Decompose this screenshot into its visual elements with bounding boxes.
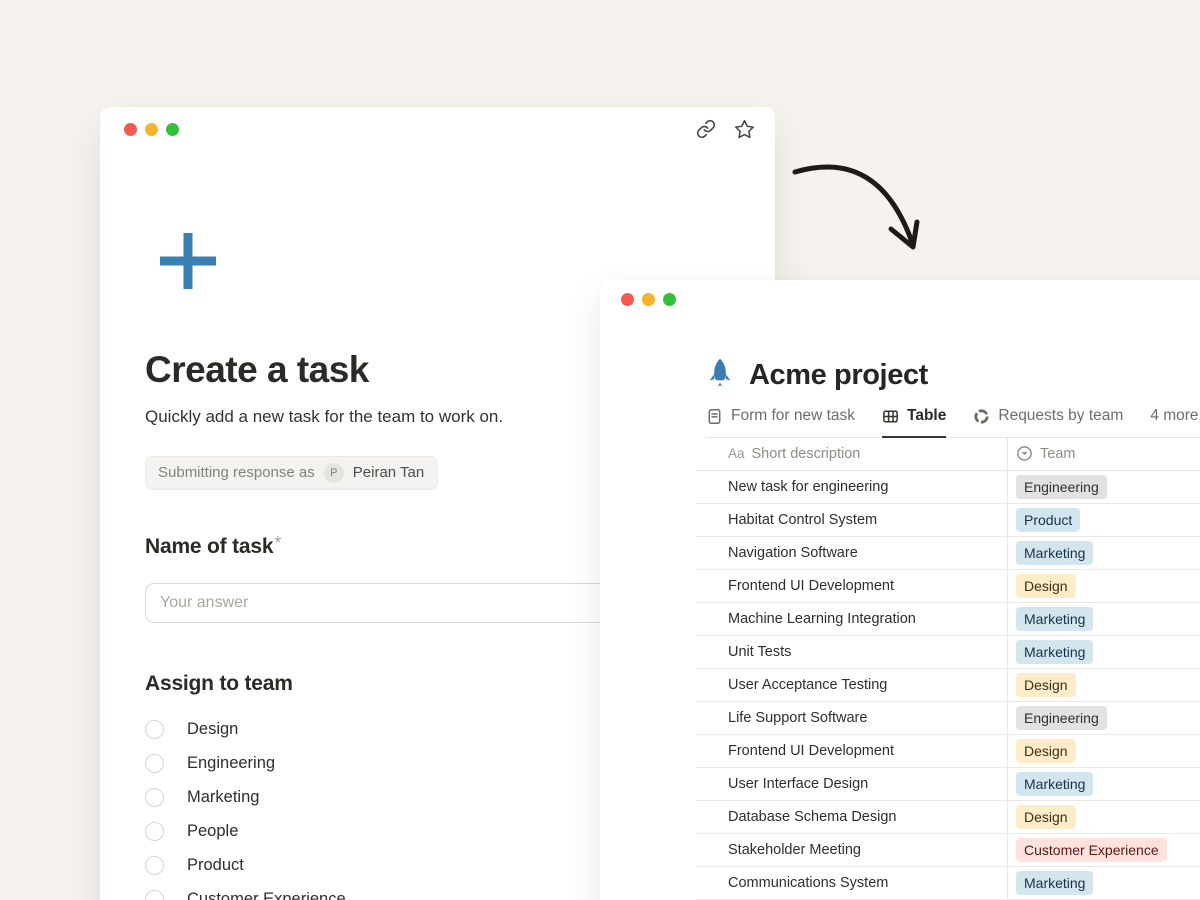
- row-description: Life Support Software: [696, 702, 1008, 734]
- column-header-description[interactable]: Aa Short description: [696, 438, 1008, 470]
- traffic-lights: [621, 293, 676, 306]
- zoom-button[interactable]: [166, 123, 179, 136]
- team-tag: Engineering: [1016, 475, 1107, 499]
- table-row[interactable]: Frontend UI Development Design: [696, 735, 1200, 768]
- table-row[interactable]: Unit Tests Marketing: [696, 636, 1200, 669]
- row-description: Habitat Control System: [696, 504, 1008, 536]
- team-tag: Marketing: [1016, 607, 1093, 631]
- tab-more-views[interactable]: 4 more...: [1150, 407, 1200, 436]
- close-button[interactable]: [124, 123, 137, 136]
- table-icon: [882, 408, 899, 425]
- rocket-icon: [706, 358, 734, 392]
- row-description: Machine Learning Integration: [696, 603, 1008, 635]
- form-window-titlebar: [100, 107, 775, 151]
- radio-label: Design: [187, 720, 238, 739]
- chart-donut-icon: [973, 408, 990, 425]
- submitting-as-chip: Submitting response as P Peiran Tan: [145, 456, 438, 490]
- user-name: Peiran Tan: [353, 464, 424, 481]
- radio-label: People: [187, 822, 238, 841]
- team-tag: Marketing: [1016, 541, 1093, 565]
- row-description: Unit Tests: [696, 636, 1008, 668]
- team-tag: Design: [1016, 673, 1076, 697]
- required-asterisk: *: [274, 533, 281, 553]
- table-window: Acme project Form for new task Table: [600, 280, 1200, 900]
- radio-circle[interactable]: [145, 856, 164, 875]
- radio-label: Product: [187, 856, 244, 875]
- doc-title: Acme project: [749, 359, 928, 392]
- avatar: P: [324, 463, 344, 483]
- zoom-button[interactable]: [663, 293, 676, 306]
- tab-table[interactable]: Table: [882, 407, 946, 438]
- team-tag: Product: [1016, 508, 1080, 532]
- radio-circle[interactable]: [145, 890, 164, 900]
- team-tag: Design: [1016, 805, 1076, 829]
- minimize-button[interactable]: [145, 123, 158, 136]
- team-tag: Marketing: [1016, 871, 1093, 895]
- table-row[interactable]: Database Schema Design Design: [696, 801, 1200, 834]
- form-icon: [706, 408, 723, 425]
- table-row[interactable]: Communications System Marketing: [696, 867, 1200, 900]
- close-button[interactable]: [621, 293, 634, 306]
- table-row[interactable]: User Interface Design Marketing: [696, 768, 1200, 801]
- row-description: Communications System: [696, 867, 1008, 899]
- arrow-annotation: [780, 150, 940, 265]
- plus-icon: [158, 231, 218, 291]
- table-row[interactable]: Machine Learning Integration Marketing: [696, 603, 1200, 636]
- table-header-row: Aa Short description Team: [696, 438, 1200, 471]
- table-row[interactable]: Stakeholder Meeting Customer Experience: [696, 834, 1200, 867]
- row-description: Navigation Software: [696, 537, 1008, 569]
- team-tag: Engineering: [1016, 706, 1107, 730]
- table-window-titlebar: [600, 280, 1200, 318]
- table-row[interactable]: Life Support Software Engineering: [696, 702, 1200, 735]
- table-body: New task for engineering Engineering Hab…: [696, 471, 1200, 900]
- radio-label: Marketing: [187, 788, 259, 807]
- row-description: User Acceptance Testing: [696, 669, 1008, 701]
- radio-circle[interactable]: [145, 788, 164, 807]
- traffic-lights: [124, 123, 179, 136]
- team-tag: Customer Experience: [1016, 838, 1167, 862]
- database-table: Aa Short description Team New task for e…: [696, 438, 1200, 900]
- team-tag: Design: [1016, 574, 1076, 598]
- desktop-background: Create a task Quickly add a new task for…: [0, 0, 1200, 900]
- row-description: Stakeholder Meeting: [696, 834, 1008, 866]
- table-row[interactable]: Habitat Control System Product: [696, 504, 1200, 537]
- row-description: User Interface Design: [696, 768, 1008, 800]
- row-description: New task for engineering: [696, 471, 1008, 503]
- select-property-icon: [1016, 445, 1033, 462]
- radio-circle[interactable]: [145, 754, 164, 773]
- table-row[interactable]: New task for engineering Engineering: [696, 471, 1200, 504]
- team-tag: Marketing: [1016, 640, 1093, 664]
- radio-circle[interactable]: [145, 822, 164, 841]
- row-description: Frontend UI Development: [696, 570, 1008, 602]
- chip-prefix: Submitting response as: [158, 464, 315, 481]
- tab-form-for-new-task[interactable]: Form for new task: [706, 407, 855, 436]
- row-description: Database Schema Design: [696, 801, 1008, 833]
- radio-label: Engineering: [187, 754, 275, 773]
- row-description: Frontend UI Development: [696, 735, 1008, 767]
- table-row[interactable]: Navigation Software Marketing: [696, 537, 1200, 570]
- column-header-team[interactable]: Team: [1008, 438, 1200, 470]
- team-tag: Design: [1016, 739, 1076, 763]
- link-icon[interactable]: [696, 119, 716, 139]
- minimize-button[interactable]: [642, 293, 655, 306]
- view-tabs: Form for new task Table Requests by team: [706, 407, 1200, 438]
- team-tag: Marketing: [1016, 772, 1093, 796]
- radio-circle[interactable]: [145, 720, 164, 739]
- table-row[interactable]: User Acceptance Testing Design: [696, 669, 1200, 702]
- star-icon[interactable]: [734, 119, 755, 140]
- table-row[interactable]: Frontend UI Development Design: [696, 570, 1200, 603]
- text-property-icon: Aa: [728, 446, 745, 461]
- tab-requests-by-team[interactable]: Requests by team: [973, 407, 1123, 436]
- radio-label: Customer Experience: [187, 890, 346, 900]
